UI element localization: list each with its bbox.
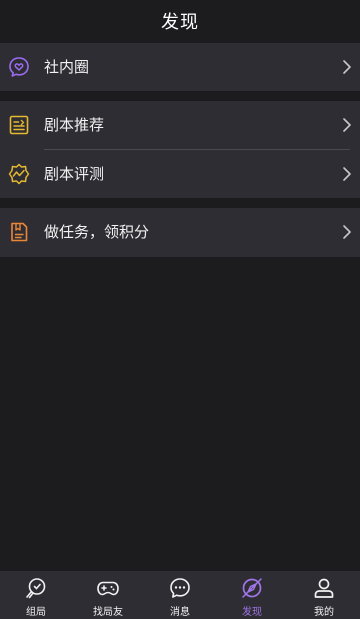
top-header: 发现 <box>0 0 360 42</box>
tab-label: 消息 <box>170 607 190 618</box>
menu-item-script-recommend[interactable]: 剧本推荐 <box>0 101 360 149</box>
tab-label: 找局友 <box>93 607 123 618</box>
tab-discover[interactable]: 发现 <box>216 571 288 619</box>
app-screen: 发现 社内圈 剧本推荐 剧本评测 做任务，领积分 组局 找局友 消息 发现 我的 <box>0 0 360 619</box>
chevron-right-icon <box>342 117 352 133</box>
tab-party[interactable]: 组局 <box>0 571 72 619</box>
menu-group-social: 社内圈 <box>0 43 360 91</box>
menu-group-scripts: 剧本推荐 剧本评测 <box>0 101 360 198</box>
tab-label: 发现 <box>242 607 262 618</box>
script-book-icon <box>7 113 31 137</box>
bottom-tab-bar: 组局 找局友 消息 发现 我的 <box>0 571 360 619</box>
tab-label: 我的 <box>314 607 334 618</box>
menu-item-script-review[interactable]: 剧本评测 <box>0 150 360 198</box>
menu-item-label: 剧本推荐 <box>44 116 105 134</box>
menu-group-tasks: 做任务，领积分 <box>0 208 360 257</box>
menu-item-label: 剧本评测 <box>44 165 105 183</box>
discover-icon <box>240 576 264 600</box>
tab-messages[interactable]: 消息 <box>144 571 216 619</box>
chat-heart-icon <box>7 55 31 79</box>
profile-icon <box>312 576 336 600</box>
menu-item-social-circle[interactable]: 社内圈 <box>0 43 360 91</box>
tab-find-friends[interactable]: 找局友 <box>72 571 144 619</box>
chevron-right-icon <box>342 59 352 75</box>
page-title: 发现 <box>161 12 199 33</box>
message-icon <box>168 576 192 600</box>
chevron-right-icon <box>342 166 352 182</box>
menu-item-label: 做任务，领积分 <box>44 223 150 241</box>
tab-profile[interactable]: 我的 <box>288 571 360 619</box>
task-document-icon <box>7 220 31 244</box>
script-review-icon <box>7 162 31 186</box>
tab-label: 组局 <box>26 607 46 618</box>
gamepad-icon <box>96 576 120 600</box>
menu-item-tasks-points[interactable]: 做任务，领积分 <box>0 208 360 256</box>
menu-item-label: 社内圈 <box>44 58 90 76</box>
party-icon <box>24 576 48 600</box>
chevron-right-icon <box>342 224 352 240</box>
